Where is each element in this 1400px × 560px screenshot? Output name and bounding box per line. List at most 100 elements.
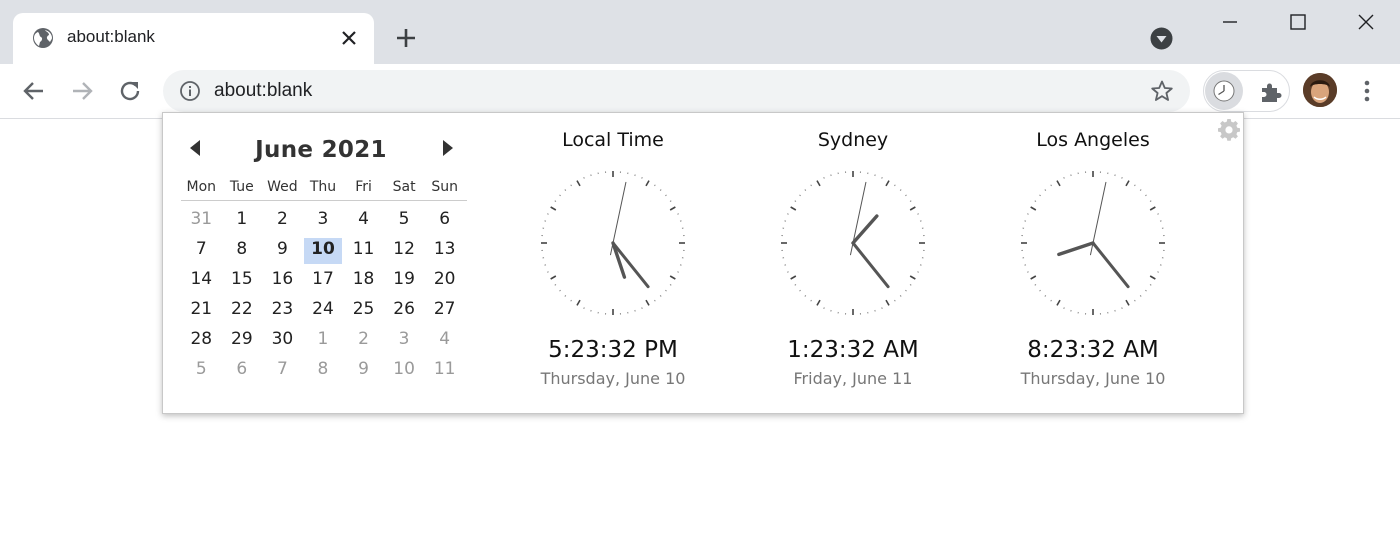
minute-tick	[899, 189, 902, 191]
arrow-left-icon[interactable]	[21, 78, 47, 104]
calendar-day[interactable]: 20	[424, 266, 465, 296]
avatar[interactable]	[1303, 73, 1337, 107]
minute-tick	[570, 184, 572, 187]
calendar-day[interactable]: 2	[343, 326, 384, 356]
calendar-day[interactable]: 6	[222, 356, 263, 386]
clock-extension-button[interactable]	[1205, 72, 1243, 110]
hour-tick	[669, 275, 676, 280]
weekday-label: Sun	[431, 179, 458, 195]
minute-tick	[909, 284, 912, 286]
calendar-day[interactable]: 28	[181, 326, 222, 356]
calendar-day[interactable]: 17	[303, 266, 344, 296]
close-icon[interactable]	[339, 28, 359, 48]
calendar-day[interactable]: 30	[262, 326, 303, 356]
minute-tick	[641, 177, 643, 179]
calendar-day[interactable]: 2	[262, 206, 303, 236]
calendar-day[interactable]: 9	[262, 236, 303, 266]
minute-tick	[1050, 184, 1052, 187]
minute-tick	[564, 189, 567, 191]
calendar-day[interactable]: 23	[262, 296, 303, 326]
minute-tick	[881, 307, 883, 309]
calendar-day[interactable]: 16	[262, 266, 303, 296]
calendar-day[interactable]: 5	[384, 206, 425, 236]
calendar-day[interactable]: 6	[424, 206, 465, 236]
clock-date: Thursday, June 10	[540, 369, 686, 388]
calendar-day[interactable]: 29	[222, 326, 263, 356]
calendar-day[interactable]: 8	[303, 356, 344, 386]
minute-tick	[1044, 189, 1047, 191]
window-close-icon[interactable]	[1356, 12, 1376, 32]
calendar-day[interactable]: 3	[384, 326, 425, 356]
arrow-right-icon[interactable]	[69, 78, 95, 104]
calendar-day-today[interactable]: 10	[303, 238, 343, 264]
calendar-day[interactable]: 19	[384, 266, 425, 296]
calendar-day[interactable]: 18	[343, 266, 384, 296]
minute-tick	[665, 194, 667, 197]
calendar-day[interactable]: 4	[424, 326, 465, 356]
calendar-day[interactable]: 9	[343, 356, 384, 386]
address-url[interactable]: about:blank	[214, 80, 312, 102]
hour-tick	[909, 206, 916, 211]
hour-tick	[1125, 180, 1130, 187]
browser-tab[interactable]: about:blank	[13, 13, 374, 64]
minute-tick	[583, 177, 585, 179]
calendar-day[interactable]: 11	[424, 356, 465, 386]
calendar-day[interactable]: 13	[424, 236, 465, 266]
hour-tick	[1056, 180, 1061, 187]
calendar-day[interactable]: 27	[424, 296, 465, 326]
clock-time: 1:23:32 AM	[787, 337, 919, 363]
calendar-day[interactable]: 11	[343, 236, 384, 266]
minute-tick	[659, 189, 662, 191]
minute-tick	[669, 284, 672, 286]
minute-tick	[804, 295, 807, 297]
minute-tick	[1157, 213, 1159, 215]
star-icon[interactable]	[1150, 79, 1174, 103]
calendar-days: 31 1 2 3 4 5 6 7 8 9 10 11 12 13 14 15 16 17 18 19 20 21 22 23 2…	[181, 206, 467, 386]
next-month-icon[interactable]	[441, 139, 455, 157]
calendar-day[interactable]: 22	[222, 296, 263, 326]
calendar-day[interactable]: 12	[384, 236, 425, 266]
info-icon[interactable]	[179, 80, 201, 102]
minute-tick	[1063, 177, 1065, 179]
analog-clock-face	[781, 171, 925, 315]
calendar-day[interactable]: 4	[343, 206, 384, 236]
minute-tick	[547, 213, 549, 215]
calendar-day[interactable]: 26	[384, 296, 425, 326]
calendar-day[interactable]: 24	[303, 296, 344, 326]
gear-icon[interactable]	[1217, 117, 1241, 141]
calendar-day[interactable]: 1	[222, 206, 263, 236]
calendar-day[interactable]: 7	[181, 236, 222, 266]
calendar-day[interactable]: 10	[384, 356, 425, 386]
hour-tick	[1030, 206, 1037, 211]
calendar-day[interactable]: 3	[303, 206, 344, 236]
weekday-label: Fri	[355, 179, 372, 195]
second-hand	[610, 181, 627, 256]
puzzle-icon[interactable]	[1258, 79, 1284, 105]
calendar-day[interactable]: 8	[222, 236, 263, 266]
hour-tick	[816, 180, 821, 187]
maximize-icon[interactable]	[1288, 12, 1308, 32]
minute-tick	[1149, 284, 1152, 286]
calendar-day[interactable]: 1	[303, 326, 344, 356]
more-vert-icon[interactable]	[1356, 78, 1378, 104]
calendar-day[interactable]: 5	[181, 356, 222, 386]
minute-tick	[799, 194, 801, 197]
calendar-day[interactable]: 15	[222, 266, 263, 296]
calendar-day[interactable]: 31	[181, 206, 222, 236]
minute-tick	[1034, 200, 1037, 202]
clock-date: Friday, June 11	[793, 369, 913, 388]
minute-hand	[851, 241, 890, 289]
hour-tick	[550, 206, 557, 211]
tab-search-icon[interactable]	[1150, 27, 1173, 50]
calendar-day[interactable]: 14	[181, 266, 222, 296]
reload-icon[interactable]	[117, 78, 143, 104]
calendar-day[interactable]: 25	[343, 296, 384, 326]
hour-hand	[851, 214, 879, 245]
calendar-day[interactable]: 7	[262, 356, 303, 386]
calendar-day[interactable]: 21	[181, 296, 222, 326]
address-bar[interactable]: about:blank	[163, 70, 1190, 112]
clock-sydney: Sydney 1:23:32 AM Friday, June 11	[743, 113, 963, 413]
new-tab-plus-icon[interactable]	[394, 26, 418, 50]
minute-tick	[564, 295, 567, 297]
minimize-icon[interactable]	[1220, 12, 1240, 32]
